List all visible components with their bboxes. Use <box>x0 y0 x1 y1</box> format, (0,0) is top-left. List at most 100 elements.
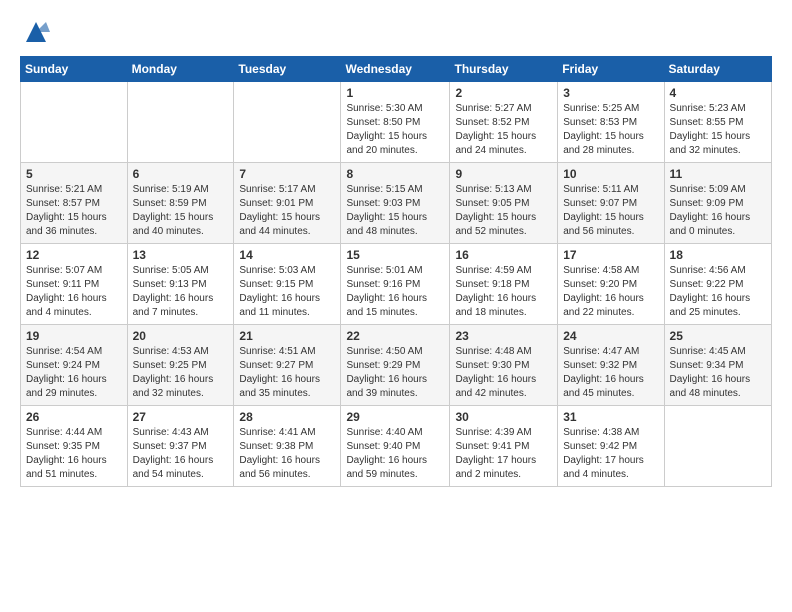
calendar-cell: 9 Sunrise: 5:13 AMSunset: 9:05 PMDaylight… <box>450 163 558 244</box>
calendar-cell: 29Sunrise: 4:40 AMSunset: 9:40 PMDayligh… <box>341 406 450 487</box>
day-info: Sunrise: 4:45 AMSunset: 9:34 PMDaylight:… <box>670 345 766 401</box>
day-info: Sunrise: 5:25 AMSunset: 8:53 PMDaylight:… <box>563 102 658 158</box>
calendar-cell: 20 Sunrise: 4:53 AMSunset: 9:25 PMDayligh… <box>127 325 234 406</box>
day-number: 8 <box>346 167 444 181</box>
day-number: 28 <box>239 410 335 424</box>
calendar-cell: 4Sunrise: 5:23 AMSunset: 8:55 PMDaylight… <box>664 82 771 163</box>
calendar-page: SundayMondayTuesdayWednesdayThursdayFrid… <box>0 0 792 612</box>
weekday-header: Saturday <box>664 57 771 82</box>
day-number: 12 <box>26 248 122 262</box>
day-info: Sunrise: 4:56 AMSunset: 9:22 PMDaylight:… <box>670 264 766 320</box>
calendar-body: 1 Sunrise: 5:30 AMSunset: 8:50 PMDaylight… <box>21 82 772 487</box>
day-number: 26 <box>26 410 122 424</box>
day-number: 31 <box>563 410 658 424</box>
day-info: Sunrise: 5:01 AMSunset: 9:16 PMDaylight:… <box>346 264 444 320</box>
day-number: 13 <box>133 248 229 262</box>
calendar-cell: 7 Sunrise: 5:17 AMSunset: 9:01 PMDaylight… <box>234 163 341 244</box>
day-number: 3 <box>563 86 658 100</box>
weekday-header: Friday <box>558 57 664 82</box>
calendar-week-row: 19Sunrise: 4:54 AMSunset: 9:24 PMDayligh… <box>21 325 772 406</box>
day-info: Sunrise: 4:41 AMSunset: 9:38 PMDaylight:… <box>239 426 335 482</box>
day-number: 9 <box>455 167 552 181</box>
calendar-week-row: 12 Sunrise: 5:07 AMSunset: 9:11 PMDayligh… <box>21 244 772 325</box>
calendar-cell: 27 Sunrise: 4:43 AMSunset: 9:37 PMDayligh… <box>127 406 234 487</box>
day-info: Sunrise: 4:43 AMSunset: 9:37 PMDaylight:… <box>133 426 229 482</box>
calendar-cell: 21 Sunrise: 4:51 AMSunset: 9:27 PMDayligh… <box>234 325 341 406</box>
day-info: Sunrise: 4:58 AMSunset: 9:20 PMDaylight:… <box>563 264 658 320</box>
calendar-cell: 5 Sunrise: 5:21 AMSunset: 8:57 PMDaylight… <box>21 163 128 244</box>
calendar-cell: 16 Sunrise: 4:59 AMSunset: 9:18 PMDayligh… <box>450 244 558 325</box>
day-info: Sunrise: 5:19 AMSunset: 8:59 PMDaylight:… <box>133 183 229 239</box>
day-number: 21 <box>239 329 335 343</box>
day-info: Sunrise: 4:40 AMSunset: 9:40 PMDaylight:… <box>346 426 444 482</box>
calendar-cell: 22Sunrise: 4:50 AMSunset: 9:29 PMDayligh… <box>341 325 450 406</box>
weekday-header: Tuesday <box>234 57 341 82</box>
calendar-cell: 30 Sunrise: 4:39 AMSunset: 9:41 PMDayligh… <box>450 406 558 487</box>
day-info: Sunrise: 5:09 AMSunset: 9:09 PMDaylight:… <box>670 183 766 239</box>
calendar-cell: 19Sunrise: 4:54 AMSunset: 9:24 PMDayligh… <box>21 325 128 406</box>
day-number: 5 <box>26 167 122 181</box>
day-number: 7 <box>239 167 335 181</box>
day-info: Sunrise: 5:05 AMSunset: 9:13 PMDaylight:… <box>133 264 229 320</box>
calendar-cell: 31Sunrise: 4:38 AMSunset: 9:42 PMDayligh… <box>558 406 664 487</box>
weekday-row: SundayMondayTuesdayWednesdayThursdayFrid… <box>21 57 772 82</box>
day-info: Sunrise: 5:15 AMSunset: 9:03 PMDaylight:… <box>346 183 444 239</box>
day-info: Sunrise: 4:59 AMSunset: 9:18 PMDaylight:… <box>455 264 552 320</box>
weekday-header: Sunday <box>21 57 128 82</box>
day-number: 1 <box>346 86 444 100</box>
day-info: Sunrise: 5:21 AMSunset: 8:57 PMDaylight:… <box>26 183 122 239</box>
calendar-cell: 11Sunrise: 5:09 AMSunset: 9:09 PMDayligh… <box>664 163 771 244</box>
day-info: Sunrise: 4:44 AMSunset: 9:35 PMDaylight:… <box>26 426 122 482</box>
day-info: Sunrise: 4:53 AMSunset: 9:25 PMDaylight:… <box>133 345 229 401</box>
day-info: Sunrise: 5:11 AMSunset: 9:07 PMDaylight:… <box>563 183 658 239</box>
day-number: 2 <box>455 86 552 100</box>
calendar-cell: 13 Sunrise: 5:05 AMSunset: 9:13 PMDayligh… <box>127 244 234 325</box>
calendar-week-row: 5 Sunrise: 5:21 AMSunset: 8:57 PMDaylight… <box>21 163 772 244</box>
weekday-header: Wednesday <box>341 57 450 82</box>
calendar-cell: 12 Sunrise: 5:07 AMSunset: 9:11 PMDayligh… <box>21 244 128 325</box>
day-info: Sunrise: 5:17 AMSunset: 9:01 PMDaylight:… <box>239 183 335 239</box>
day-info: Sunrise: 4:39 AMSunset: 9:41 PMDaylight:… <box>455 426 552 482</box>
calendar-cell: 15 Sunrise: 5:01 AMSunset: 9:16 PMDayligh… <box>341 244 450 325</box>
calendar-cell: 6 Sunrise: 5:19 AMSunset: 8:59 PMDaylight… <box>127 163 234 244</box>
day-info: Sunrise: 5:30 AMSunset: 8:50 PMDaylight:… <box>346 102 444 158</box>
day-number: 24 <box>563 329 658 343</box>
day-info: Sunrise: 4:47 AMSunset: 9:32 PMDaylight:… <box>563 345 658 401</box>
calendar-cell: 25Sunrise: 4:45 AMSunset: 9:34 PMDayligh… <box>664 325 771 406</box>
day-info: Sunrise: 5:23 AMSunset: 8:55 PMDaylight:… <box>670 102 766 158</box>
calendar-cell <box>234 82 341 163</box>
day-info: Sunrise: 4:51 AMSunset: 9:27 PMDaylight:… <box>239 345 335 401</box>
day-info: Sunrise: 4:48 AMSunset: 9:30 PMDaylight:… <box>455 345 552 401</box>
day-number: 14 <box>239 248 335 262</box>
day-number: 30 <box>455 410 552 424</box>
calendar-cell: 17 Sunrise: 4:58 AMSunset: 9:20 PMDayligh… <box>558 244 664 325</box>
day-number: 10 <box>563 167 658 181</box>
day-number: 15 <box>346 248 444 262</box>
calendar-cell: 8 Sunrise: 5:15 AMSunset: 9:03 PMDaylight… <box>341 163 450 244</box>
day-number: 16 <box>455 248 552 262</box>
day-info: Sunrise: 5:07 AMSunset: 9:11 PMDaylight:… <box>26 264 122 320</box>
logo-icon <box>22 18 50 46</box>
calendar-cell: 3 Sunrise: 5:25 AMSunset: 8:53 PMDaylight… <box>558 82 664 163</box>
day-number: 18 <box>670 248 766 262</box>
day-info: Sunrise: 5:03 AMSunset: 9:15 PMDaylight:… <box>239 264 335 320</box>
calendar-table: SundayMondayTuesdayWednesdayThursdayFrid… <box>20 56 772 487</box>
day-number: 20 <box>133 329 229 343</box>
day-number: 23 <box>455 329 552 343</box>
day-info: Sunrise: 5:27 AMSunset: 8:52 PMDaylight:… <box>455 102 552 158</box>
calendar-cell: 23 Sunrise: 4:48 AMSunset: 9:30 PMDayligh… <box>450 325 558 406</box>
calendar-cell <box>21 82 128 163</box>
weekday-header: Monday <box>127 57 234 82</box>
day-number: 17 <box>563 248 658 262</box>
calendar-cell: 14 Sunrise: 5:03 AMSunset: 9:15 PMDayligh… <box>234 244 341 325</box>
calendar-cell: 24 Sunrise: 4:47 AMSunset: 9:32 PMDayligh… <box>558 325 664 406</box>
day-number: 6 <box>133 167 229 181</box>
day-number: 27 <box>133 410 229 424</box>
day-info: Sunrise: 5:13 AMSunset: 9:05 PMDaylight:… <box>455 183 552 239</box>
calendar-cell: 28 Sunrise: 4:41 AMSunset: 9:38 PMDayligh… <box>234 406 341 487</box>
day-number: 22 <box>346 329 444 343</box>
calendar-cell: 1 Sunrise: 5:30 AMSunset: 8:50 PMDaylight… <box>341 82 450 163</box>
calendar-header: SundayMondayTuesdayWednesdayThursdayFrid… <box>21 57 772 82</box>
calendar-cell <box>127 82 234 163</box>
day-info: Sunrise: 4:54 AMSunset: 9:24 PMDaylight:… <box>26 345 122 401</box>
